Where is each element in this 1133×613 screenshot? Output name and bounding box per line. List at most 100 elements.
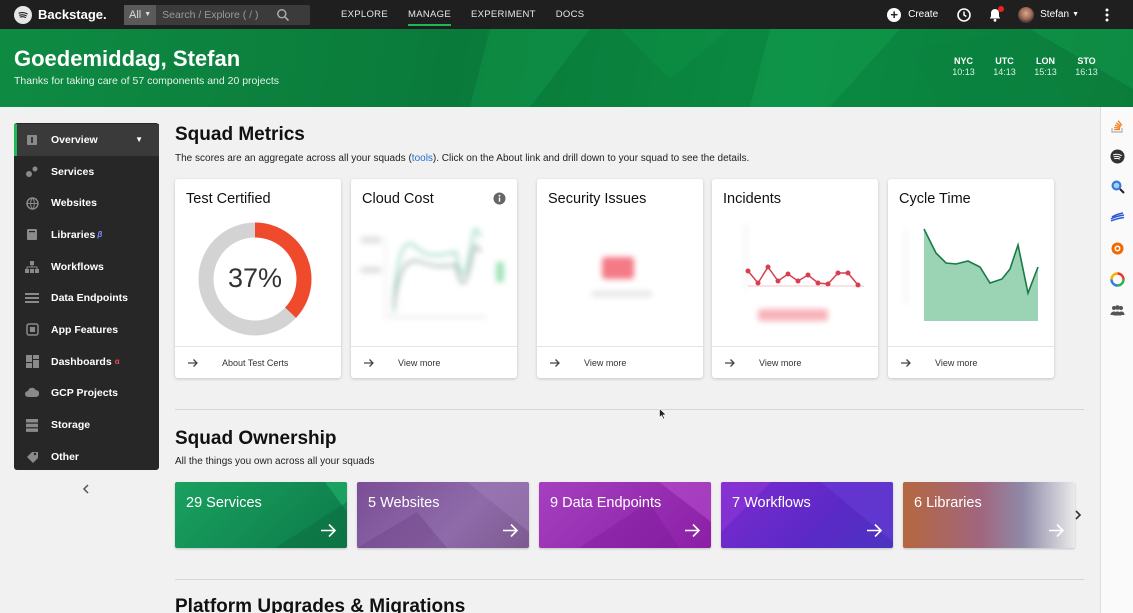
sidebar-item-storage[interactable]: Storage	[14, 409, 159, 441]
collapse-sidebar-icon[interactable]	[79, 482, 93, 496]
data-endpoints-tile[interactable]: 9 Data Endpoints	[539, 482, 711, 548]
people-icon[interactable]	[1110, 303, 1125, 318]
tools-link[interactable]: tools	[412, 153, 433, 164]
sidebar-item-dashboards[interactable]: Dashboards α	[14, 346, 159, 378]
services-tile[interactable]: 29 Services	[175, 482, 347, 548]
sidebar-item-label: Workflows	[51, 260, 104, 273]
brand-logo[interactable]: Backstage.	[14, 5, 124, 24]
spotify-logo-icon	[14, 5, 32, 24]
sidebar-item-overview[interactable]: Overview ▼	[14, 124, 159, 156]
sidebar-item-label: Services	[51, 165, 95, 178]
websites-tile[interactable]: 5 Websites	[357, 482, 529, 548]
sidebar-item-websites[interactable]: Websites	[14, 187, 159, 219]
other-icon	[25, 450, 39, 464]
greeting-title: Goedemiddag, Stefan	[14, 46, 241, 71]
sidebar-item-workflows[interactable]: Workflows	[14, 251, 159, 283]
nav-experiment[interactable]: EXPERIMENT	[461, 0, 546, 29]
description-text: ). Click on the About link and drill dow…	[432, 153, 750, 164]
sidebar-item-libraries[interactable]: Libraries β	[14, 219, 159, 251]
arrow-right-icon	[867, 523, 883, 538]
right-app-rail	[1100, 107, 1133, 613]
search-scope-label: All	[129, 8, 142, 21]
gcp-projects-icon	[25, 386, 39, 400]
dashboards-icon	[25, 355, 39, 369]
footer-label: View more	[584, 357, 627, 368]
card-footer-link[interactable]: About Test Certs	[175, 346, 341, 378]
tile-label: 9 Data Endpoints	[550, 495, 662, 511]
incidents-chart	[745, 224, 864, 321]
footer-label: View more	[759, 357, 802, 368]
create-button[interactable]: + Create	[887, 7, 938, 22]
workflows-tile[interactable]: 7 Workflows	[721, 482, 893, 548]
workflows-icon	[25, 260, 39, 274]
info-icon[interactable]	[493, 192, 506, 205]
search-icon[interactable]	[276, 8, 290, 22]
avatar	[1018, 6, 1035, 23]
notifications-button[interactable]	[987, 5, 1005, 23]
sidebar-item-label: Other	[51, 450, 80, 463]
top-right-actions: + Create Stefan ▼	[887, 0, 1133, 29]
card-footer-link[interactable]: View more	[712, 346, 878, 378]
search-input[interactable]	[156, 8, 275, 21]
clock-city: NYC	[953, 56, 973, 66]
sidebar-item-gcp-projects[interactable]: GCP Projects	[14, 378, 159, 410]
search-scope-select[interactable]: All ▼	[124, 4, 157, 25]
clock-city: LON	[1036, 56, 1055, 66]
segment-icon[interactable]	[1110, 272, 1125, 287]
stack-overflow-icon[interactable]	[1110, 118, 1125, 133]
sidebar-item-other[interactable]: Other	[14, 441, 159, 473]
user-menu[interactable]: Stefan ▼	[1018, 6, 1079, 23]
user-name: Stefan	[1040, 9, 1070, 20]
squad-ownership-title: Squad Ownership	[175, 428, 337, 449]
arrow-right-icon	[1049, 523, 1065, 538]
libraries-tile[interactable]: 6 Libraries	[903, 482, 1075, 548]
clock-time: 16:13	[1075, 67, 1098, 77]
arrow-right-icon	[901, 358, 911, 367]
greeting-subtitle: Thanks for taking care of 57 components …	[14, 75, 279, 87]
history-icon[interactable]	[956, 7, 972, 23]
nav-explore[interactable]: EXPLORE	[331, 0, 398, 29]
spotify-icon[interactable]	[1110, 149, 1125, 164]
chevron-down-icon[interactable]: ▼	[135, 135, 143, 144]
more-vert-icon[interactable]	[1099, 7, 1115, 23]
clock-nyc: NYC 10:13	[943, 56, 984, 77]
tile-label: 5 Websites	[368, 495, 440, 511]
sidebar-item-label: Libraries	[51, 228, 96, 241]
card-title: Cloud Cost	[362, 191, 434, 207]
cycle-time-chart	[905, 228, 1039, 321]
search-engine-icon[interactable]	[1110, 179, 1125, 194]
security-issues-card: Security Issues View more	[537, 179, 703, 378]
footer-label: View more	[935, 357, 978, 368]
top-bar: Backstage. All▼ EXPLORE MANAGE EXPERIMEN…	[0, 0, 1133, 29]
sidebar-item-app-features[interactable]: App Features	[14, 314, 159, 346]
main-nav: EXPLORE MANAGE EXPERIMENT DOCS	[331, 0, 594, 29]
card-title: Incidents	[723, 191, 782, 207]
card-footer-link[interactable]: View more	[351, 346, 517, 378]
greeting-header: Goedemiddag, Stefan Thanks for taking ca…	[0, 29, 1133, 107]
sidebar-item-label: App Features	[51, 323, 119, 336]
search-bar: All ▼	[124, 4, 310, 25]
wings-icon[interactable]	[1110, 210, 1125, 225]
section-divider	[175, 409, 1084, 410]
chevron-right-icon[interactable]	[1073, 508, 1083, 522]
nav-docs[interactable]: DOCS	[546, 0, 595, 29]
card-footer-link[interactable]: View more	[888, 346, 1054, 378]
grafana-icon[interactable]	[1110, 241, 1125, 256]
services-icon	[25, 165, 39, 179]
card-title: Cycle Time	[899, 191, 971, 207]
arrow-right-icon	[550, 358, 560, 367]
card-footer-link[interactable]: View more	[537, 346, 703, 378]
sidebar-item-services[interactable]: Services	[14, 156, 159, 188]
incidents-line	[747, 265, 859, 286]
sidebar-item-data-endpoints[interactable]: Data Endpoints	[14, 282, 159, 314]
data-endpoints-icon	[25, 291, 39, 305]
sidebar-item-label: Dashboards	[51, 355, 112, 368]
squad-metrics-title: Squad Metrics	[175, 124, 305, 145]
app-features-icon	[25, 323, 39, 337]
tile-label: 7 Workflows	[732, 495, 811, 511]
nav-manage[interactable]: MANAGE	[398, 0, 461, 29]
arrow-right-icon	[321, 523, 337, 538]
clock-sto: STO 16:13	[1066, 56, 1107, 77]
squad-metrics-description: The scores are an aggregate across all y…	[175, 153, 749, 164]
donut-value: 37%	[228, 263, 282, 293]
